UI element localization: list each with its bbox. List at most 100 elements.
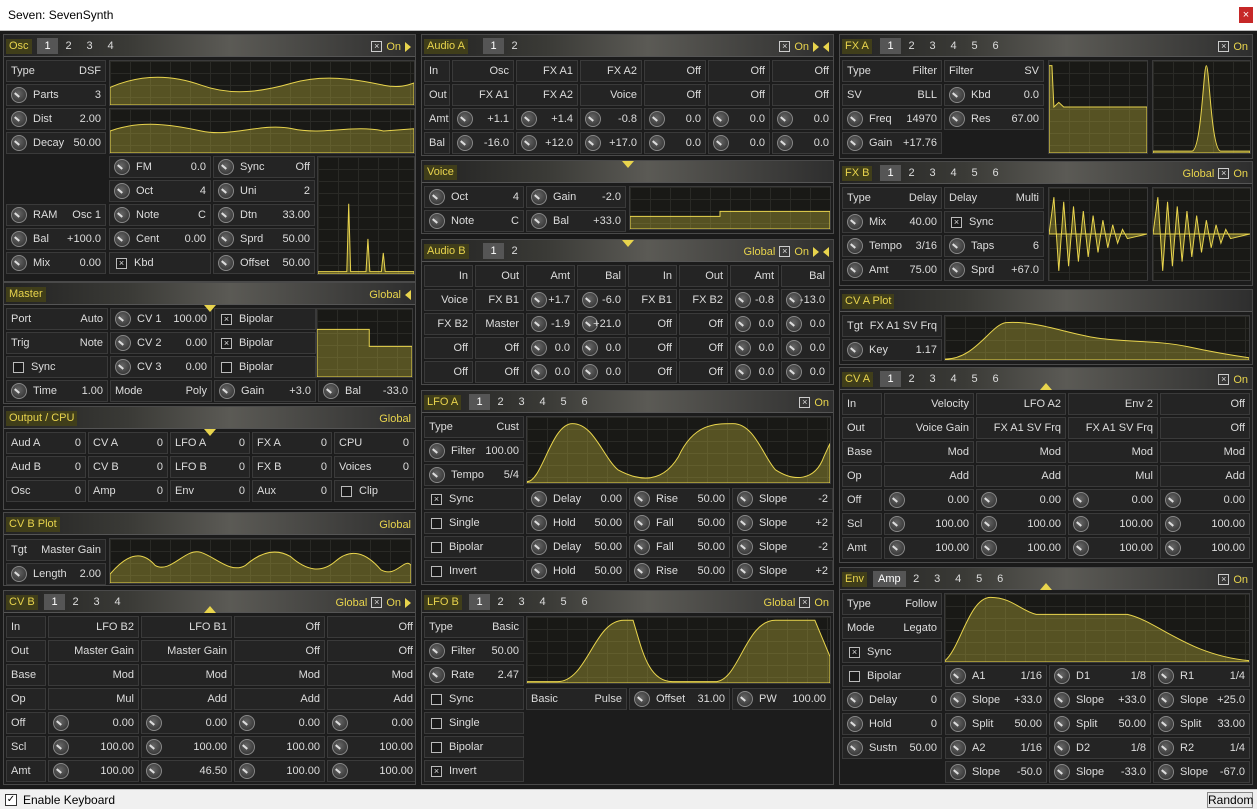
tab-1[interactable]: 1 [880,165,901,181]
knob-icon[interactable] [649,135,665,151]
knob-icon[interactable] [114,183,130,199]
section-arrow-icon[interactable] [204,606,216,613]
bal-control[interactable]: Bal +33.0 [526,210,626,232]
value-control[interactable]: FX B1 [628,289,677,311]
knob-icon[interactable] [777,111,793,127]
tab-3[interactable]: 3 [922,371,943,387]
value-control[interactable]: 0.00 [234,712,325,734]
on-toggle-checkbox[interactable]: × [371,41,383,52]
knob-icon[interactable] [146,715,162,731]
knob-icon[interactable] [115,311,131,327]
fm-control[interactable]: FM 0.0 [109,156,211,178]
knob-icon[interactable] [847,262,863,278]
fall-control[interactable]: Fall 50.00 [629,536,730,558]
fx-b-control[interactable]: FX B 0 [252,456,332,478]
value-control[interactable]: FX B2 [679,289,728,311]
knob-icon[interactable] [531,515,547,531]
slope-control[interactable]: Slope +2 [732,512,833,534]
value-control[interactable]: 100.00 [1160,513,1250,535]
on-toggle-checkbox[interactable]: × [1218,574,1230,585]
checkbox[interactable]: × [431,766,442,777]
knob-icon[interactable] [239,715,255,731]
value-control[interactable]: 0.00 [48,712,139,734]
knob-icon[interactable] [531,364,547,380]
tab-3[interactable]: 3 [922,165,943,181]
knob-icon[interactable] [1165,492,1181,508]
bal-control[interactable]: Bal -33.0 [318,380,413,402]
sync-control[interactable]: Sync [424,688,524,710]
value-control[interactable]: Off [327,640,415,662]
split-control[interactable]: Split 50.00 [1049,713,1151,735]
value-control[interactable]: Env 2 [1068,393,1158,415]
tab-1[interactable]: Amp [873,571,906,587]
value-control[interactable]: LFO A2 [976,393,1066,415]
tab-3[interactable]: 3 [79,38,100,54]
value-control[interactable]: Amt [526,265,575,287]
knob-icon[interactable] [949,87,965,103]
enable-keyboard-checkbox[interactable]: ✓ [5,794,17,806]
checkbox[interactable]: × [951,217,962,228]
value-control[interactable]: 46.50 [141,760,232,782]
knob-icon[interactable] [847,214,863,230]
panel-title[interactable]: Master [6,287,46,302]
checkbox[interactable] [849,671,860,682]
mix-control[interactable]: Mix 0.00 [6,252,106,274]
collapse-arrow-icon[interactable] [823,41,829,52]
knob-icon[interactable] [585,111,601,127]
tab-5[interactable]: 5 [964,165,985,181]
tab-6[interactable]: 6 [985,165,1006,181]
value-control[interactable]: 100.00 [327,760,415,782]
kbd-control[interactable]: × Kbd [109,252,211,274]
checkbox[interactable] [431,694,442,705]
knob-icon[interactable] [115,359,131,375]
split-control[interactable]: Split 33.00 [1153,713,1250,735]
knob-icon[interactable] [531,316,547,332]
checkbox[interactable] [431,742,442,753]
key-control[interactable]: Key 1.17 [842,339,942,361]
osc-control[interactable]: Osc 0 [6,480,86,502]
value-control[interactable]: Amt [730,265,779,287]
voices-control[interactable]: Voices 0 [334,456,414,478]
knob-icon[interactable] [737,563,753,579]
value-control[interactable]: +1.1 [452,108,514,130]
type-control[interactable]: Type Basic [424,616,524,638]
knob-icon[interactable] [218,231,234,247]
filter-control[interactable]: Filter 100.00 [424,440,524,462]
knob-icon[interactable] [786,340,802,356]
random-button[interactable]: Random [1207,792,1253,808]
value-control[interactable]: 100.00 [48,736,139,758]
checkbox[interactable] [431,542,442,553]
value-control[interactable]: 0.0 [781,337,830,359]
slope-control[interactable]: Slope -2 [732,488,833,510]
freq-control[interactable]: Freq 14970 [842,108,942,130]
knob-icon[interactable] [847,111,863,127]
section-arrow-icon[interactable] [1040,583,1052,590]
knob-icon[interactable] [429,467,445,483]
knob-icon[interactable] [429,213,445,229]
value-control[interactable]: Off [679,313,728,335]
knob-icon[interactable] [531,563,547,579]
checkbox[interactable] [221,362,232,373]
knob-icon[interactable] [1054,764,1070,780]
value-control[interactable]: -0.8 [730,289,779,311]
knob-icon[interactable] [11,383,27,399]
value-control[interactable]: FX B1 [475,289,524,311]
knob-icon[interactable] [1158,740,1174,756]
port-control[interactable]: Port Auto [6,308,108,330]
knob-icon[interactable] [114,231,130,247]
tab-1[interactable]: 1 [44,594,65,610]
d1-control[interactable]: D1 1/8 [1049,665,1151,687]
expand-arrow-icon[interactable] [405,41,411,52]
value-control[interactable]: Mod [884,441,974,463]
tab-3[interactable]: 3 [86,594,107,610]
knob-icon[interactable] [521,111,537,127]
value-control[interactable]: 0.0 [708,132,770,154]
knob-icon[interactable] [11,135,27,151]
value-control[interactable]: 0.00 [884,489,974,511]
knob-icon[interactable] [218,159,234,175]
close-button[interactable]: × [1239,7,1253,23]
value-control[interactable]: 0.0 [644,108,706,130]
knob-icon[interactable] [1054,668,1070,684]
knob-icon[interactable] [1165,540,1181,556]
sync-control[interactable]: × Sync [842,641,942,663]
